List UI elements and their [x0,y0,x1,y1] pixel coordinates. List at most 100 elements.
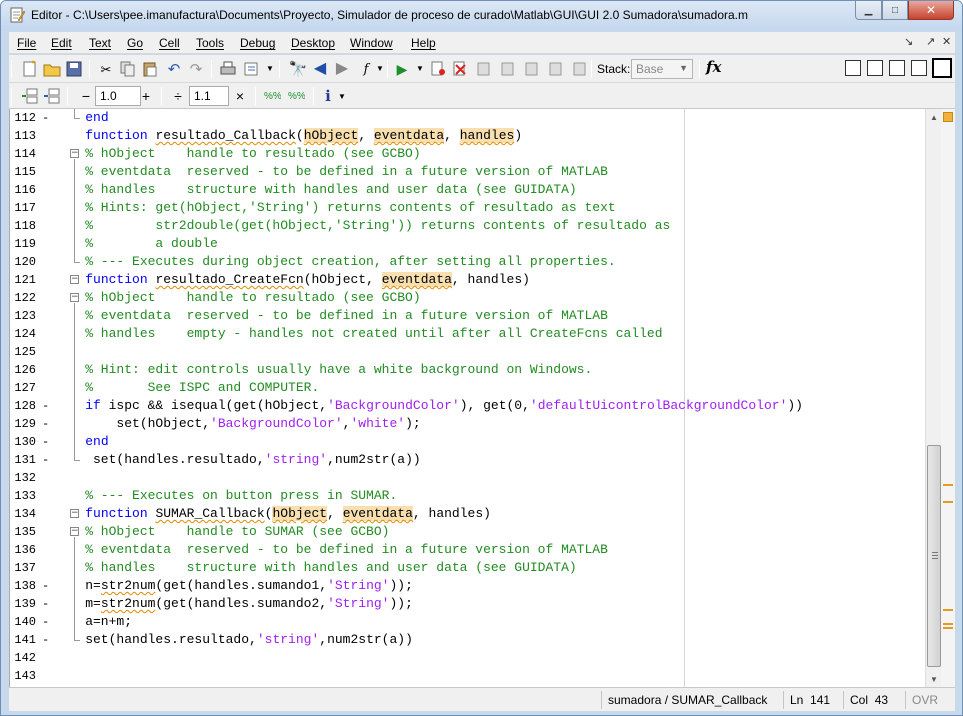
print-icon[interactable] [219,60,237,78]
stack-select[interactable]: Base ▼ [631,59,693,79]
code-line[interactable]: 123 % eventdata reserved - to be defined… [10,307,942,325]
publish-dropdown-icon[interactable]: ▼ [261,60,279,78]
save-icon[interactable] [65,60,83,78]
scroll-down-icon[interactable]: ▼ [926,671,942,687]
fold-toggle-icon[interactable]: − [70,293,79,302]
factor-field[interactable]: 1.1 [189,86,229,106]
line-number[interactable]: 130 [10,433,36,451]
warning-marker[interactable] [943,609,953,611]
redo-icon[interactable]: ↷ [187,60,205,78]
line-number[interactable]: 118 [10,217,36,235]
executable-line-marker[interactable]: - [42,397,49,415]
menu-help[interactable]: Help [411,36,436,50]
line-number[interactable]: 135 [10,523,36,541]
code-text[interactable]: % Hints: get(hObject,'String') returns c… [54,199,616,217]
step-in-icon[interactable] [499,60,517,78]
line-number[interactable]: 126 [10,361,36,379]
code-line[interactable]: 125 [10,343,942,361]
forward-icon[interactable]: ▶ [333,60,351,78]
warning-indicator-icon[interactable] [943,112,953,122]
line-number[interactable]: 140 [10,613,36,631]
increment-field[interactable]: 1.0 [95,86,141,106]
code-line[interactable]: 132 [10,469,942,487]
code-text[interactable]: % str2double(get(hObject,'String')) retu… [54,217,670,235]
line-number[interactable]: 139 [10,595,36,613]
close-doc-icon[interactable]: ✕ [942,35,951,48]
divide-button[interactable]: ÷ [169,87,187,105]
code-line[interactable]: 140- a=n+m; [10,613,942,631]
line-number[interactable]: 129 [10,415,36,433]
code-text[interactable]: % handles structure with handles and use… [54,559,576,577]
minimize-button[interactable]: ▁ [855,1,882,20]
code-line[interactable]: 112- end [10,109,942,127]
info-dropdown-icon[interactable]: ▼ [333,88,351,106]
clear-breakpoints-icon[interactable] [451,60,469,78]
code-text[interactable]: % a double [54,235,218,253]
open-folder-icon[interactable] [43,60,61,78]
line-number[interactable]: 120 [10,253,36,271]
code-line[interactable]: 138- n=str2num(get(handles.sumando1,'Str… [10,577,942,595]
code-line[interactable]: 130- end [10,433,942,451]
code-line[interactable]: 119 % a double [10,235,942,253]
code-line[interactable]: 115 % eventdata reserved - to be defined… [10,163,942,181]
continue-icon[interactable] [547,60,565,78]
code-text[interactable]: function SUMAR_Callback(hObject, eventda… [54,505,491,523]
executable-line-marker[interactable]: - [42,433,49,451]
maximize-layout-icon[interactable] [932,58,952,78]
find-icon[interactable]: 🔭 [289,60,308,78]
step-out-icon[interactable] [523,60,541,78]
line-number[interactable]: 136 [10,541,36,559]
code-line[interactable]: 129- set(hObject,'BackgroundColor','whit… [10,415,942,433]
code-line[interactable]: 127 % See ISPC and COMPUTER. [10,379,942,397]
menu-text[interactable]: Text [89,36,111,50]
code-editor[interactable]: 112- end 113 function resultado_Callback(… [9,109,941,687]
line-number[interactable]: 117 [10,199,36,217]
warning-marker[interactable] [943,501,953,503]
code-line[interactable]: 122 % hObject handle to resultado (see G… [10,289,942,307]
warning-marker[interactable] [943,627,953,629]
fx-button[interactable]: fx [706,58,721,76]
split-horizontal-icon[interactable] [889,60,905,76]
code-text[interactable]: m=str2num(get(handles.sumando2,'String')… [54,595,413,613]
code-text[interactable]: % --- Executes on button press in SUMAR. [54,487,397,505]
code-line[interactable]: 114 % hObject handle to resultado (see G… [10,145,942,163]
code-text[interactable]: end [54,433,108,451]
undock-icon[interactable]: ↗ [926,35,935,48]
line-number[interactable]: 124 [10,325,36,343]
line-number[interactable]: 142 [10,649,36,667]
line-number[interactable]: 119 [10,235,36,253]
split-vertical-icon[interactable] [867,60,883,76]
code-line[interactable]: 117 % Hints: get(hObject,'String') retur… [10,199,942,217]
code-text[interactable]: if ispc && isequal(get(hObject,'Backgrou… [54,397,803,415]
fold-toggle-icon[interactable]: − [70,509,79,518]
code-line[interactable]: 133 % --- Executes on button press in SU… [10,487,942,505]
code-line[interactable]: 131- set(handles.resultado,'string',num2… [10,451,942,469]
code-line[interactable]: 142 [10,649,942,667]
line-number[interactable]: 132 [10,469,36,487]
increment-button[interactable]: + [137,87,155,105]
menu-debug[interactable]: Debug [240,36,275,50]
vertical-scrollbar[interactable]: ▲ ▼ [925,109,941,687]
code-text[interactable]: set(handles.resultado,'string',num2str(a… [54,631,413,649]
code-line[interactable]: 137 % handles structure with handles and… [10,559,942,577]
menu-file[interactable]: File [17,36,36,50]
cell-mode-icon[interactable]: %% [287,87,305,105]
title-bar[interactable]: Editor - C:\Users\pee.imanufactura\Docum… [1,1,962,31]
paste-icon[interactable] [141,60,159,78]
executable-line-marker[interactable]: - [42,109,49,127]
code-text[interactable]: % eventdata reserved - to be defined in … [54,163,608,181]
multiply-button[interactable]: × [231,87,249,105]
dock-icon[interactable]: ↘ [904,35,913,48]
line-number[interactable]: 133 [10,487,36,505]
back-icon[interactable]: ◀ [311,60,329,78]
menu-desktop[interactable]: Desktop [291,36,335,50]
code-text[interactable]: % hObject handle to resultado (see GCBO) [54,145,420,163]
fold-toggle-icon[interactable]: − [70,527,79,536]
code-line[interactable]: 128- if ispc && isequal(get(hObject,'Bac… [10,397,942,415]
line-number[interactable]: 127 [10,379,36,397]
code-line[interactable]: 126 % Hint: edit controls usually have a… [10,361,942,379]
float-icon[interactable] [911,60,927,76]
line-number[interactable]: 112 [10,109,36,127]
code-text[interactable]: a=n+m; [54,613,132,631]
tile-grid-icon[interactable] [845,60,861,76]
